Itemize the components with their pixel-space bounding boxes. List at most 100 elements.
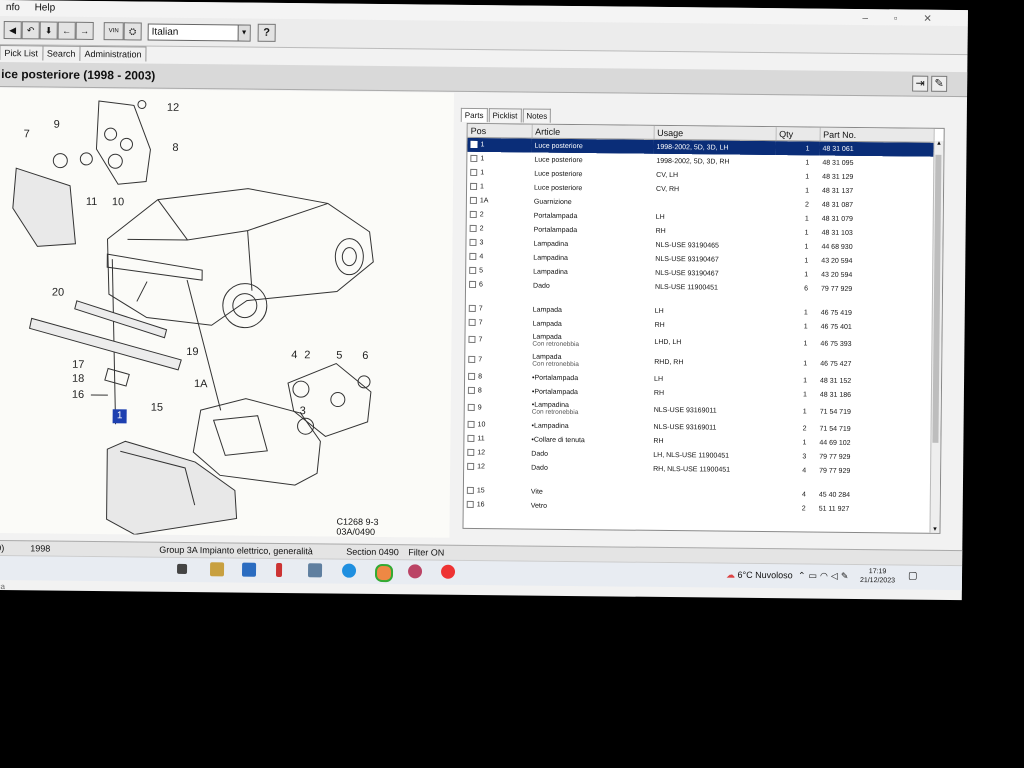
chrome-icon[interactable] — [374, 563, 394, 583]
cell-article: Lampada — [530, 317, 652, 332]
pdf-icon[interactable] — [275, 562, 283, 577]
cell-pos: 4 — [466, 250, 530, 265]
edit-icon[interactable]: ✎ — [931, 75, 948, 92]
arrow-left-icon[interactable]: ← — [57, 21, 76, 40]
row-checkbox[interactable] — [468, 319, 476, 327]
minimize-icon[interactable]: – — [856, 11, 888, 26]
clock[interactable]: 17:19 21/12/2023 — [860, 567, 895, 585]
firefox-icon[interactable] — [407, 564, 423, 579]
system-tray: ⌃▭◠◁✎ — [798, 570, 852, 582]
tab-picklist[interactable]: Picklist — [488, 108, 522, 123]
cell-qty: 1 — [802, 407, 807, 415]
maximize-icon[interactable]: ▫ — [888, 11, 918, 26]
cell-usage: RH, NLS-USE 11900451 — [653, 465, 731, 474]
row-checkbox[interactable] — [467, 421, 475, 429]
app-window: nfo Help – ▫ ✕ ◀ ↶ ⬇ ← → VIN ⛭ Italian ▼ ?… — [0, 0, 968, 601]
row-checkbox[interactable] — [468, 373, 476, 381]
tab-parts[interactable]: Parts — [460, 107, 488, 123]
row-checkbox[interactable] — [468, 336, 476, 344]
tab-administration[interactable]: Administration — [79, 45, 147, 62]
scroll-thumb[interactable] — [932, 154, 942, 443]
download-icon[interactable]: ⬇ — [39, 21, 58, 40]
close-icon[interactable]: ✕ — [917, 12, 952, 27]
pos-value: 12 — [477, 463, 485, 471]
row-checkbox[interactable] — [466, 487, 474, 495]
language-select[interactable]: Italian ▼ — [147, 23, 251, 42]
menu-help[interactable]: Help — [29, 0, 62, 15]
col-part-no[interactable]: Part No. — [819, 127, 934, 143]
pos-value: 2 — [479, 225, 484, 233]
callout-11: 11 — [85, 195, 98, 209]
row-checkbox[interactable] — [468, 356, 476, 364]
file-explorer-icon[interactable] — [209, 562, 225, 577]
row-checkbox[interactable] — [470, 141, 478, 149]
row-checkbox[interactable] — [469, 197, 477, 205]
col-pos[interactable]: Pos — [467, 123, 532, 139]
status-section: Section 0490 — [346, 546, 399, 558]
cell-usage: LH — [655, 213, 665, 221]
tab-pick-list[interactable]: Pick List — [0, 44, 44, 61]
row-checkbox[interactable] — [468, 305, 476, 313]
row-checkbox[interactable] — [470, 169, 478, 177]
cell-usage: NLS-USE 11900451 — [654, 283, 718, 292]
weather-widget[interactable]: ☁ 6°C Nuvoloso — [726, 570, 793, 582]
pos-value: 7 — [478, 356, 483, 364]
settings-icon[interactable]: ⛭ — [123, 22, 142, 41]
arrow-right-icon[interactable]: → — [75, 21, 94, 40]
row-checkbox[interactable] — [467, 463, 475, 471]
network-icon[interactable]: ▭ — [809, 570, 821, 580]
chevron-up-icon[interactable]: ⌃ — [798, 570, 809, 580]
article-value: •Lampadina — [531, 422, 569, 430]
row-checkbox[interactable] — [470, 155, 478, 163]
col-qty[interactable]: Qty — [775, 127, 820, 142]
callout-1-selected[interactable]: 1 — [112, 409, 127, 424]
app-icon[interactable] — [440, 564, 456, 579]
volume-icon[interactable]: ◁ — [831, 571, 841, 581]
cell-part-no: 48 31 186 — [819, 391, 852, 399]
row-checkbox[interactable] — [467, 404, 475, 412]
cell-article: Dado — [528, 447, 650, 462]
pen-icon[interactable]: ✎ — [841, 571, 852, 581]
col-usage[interactable]: Usage — [653, 125, 776, 141]
row-checkbox[interactable] — [467, 449, 475, 457]
row-checkbox[interactable] — [469, 267, 477, 275]
task-view-icon[interactable] — [177, 563, 188, 574]
callout-16: 16 — [71, 388, 85, 401]
tab-notes[interactable]: Notes — [522, 108, 552, 123]
notification-icon[interactable]: ▢ — [908, 571, 918, 582]
pos-value: 1 — [480, 155, 485, 163]
cell-usage: LH, NLS-USE 11900451 — [653, 451, 730, 460]
row-checkbox[interactable] — [469, 281, 477, 289]
help-icon[interactable]: ? — [257, 23, 276, 42]
undo-icon[interactable]: ↶ — [21, 21, 40, 40]
article-value: Lampadina — [533, 268, 568, 276]
cell-pos: 7 — [465, 330, 529, 351]
vin-icon[interactable]: VIN — [103, 22, 124, 41]
row-checkbox[interactable] — [467, 435, 475, 443]
edge-browser-icon[interactable] — [341, 563, 357, 578]
col-article[interactable]: Article — [531, 124, 654, 140]
menu-info[interactable]: nfo — [0, 0, 26, 15]
export-icon[interactable]: ⇥ — [912, 75, 929, 92]
row-checkbox[interactable] — [466, 501, 474, 509]
cell-qty: 1 — [775, 140, 820, 156]
row-checkbox[interactable] — [470, 183, 478, 191]
scroll-up-icon[interactable]: ▲ — [935, 141, 944, 147]
cell-qty: 1 — [804, 256, 809, 264]
cell-article: Guarnizione — [531, 195, 653, 210]
chevron-down-icon[interactable]: ▼ — [237, 25, 250, 41]
document-icon[interactable] — [307, 563, 323, 578]
mail-icon[interactable] — [241, 562, 257, 577]
row-checkbox[interactable] — [469, 225, 477, 233]
row-checkbox[interactable] — [469, 253, 477, 261]
row-checkbox[interactable] — [469, 239, 477, 247]
cell-article: Vite — [528, 485, 650, 500]
page-title: ice posteriore (1998 - 2003) — [1, 67, 156, 83]
wifi-icon[interactable]: ◠ — [820, 571, 831, 581]
row-checkbox[interactable] — [467, 387, 475, 395]
row-checkbox[interactable] — [469, 211, 477, 219]
scroll-down-icon[interactable]: ▼ — [930, 527, 939, 533]
back-icon[interactable]: ◀ — [3, 21, 22, 40]
tab-search[interactable]: Search — [41, 45, 81, 61]
cell-article: Vetro — [528, 499, 650, 514]
